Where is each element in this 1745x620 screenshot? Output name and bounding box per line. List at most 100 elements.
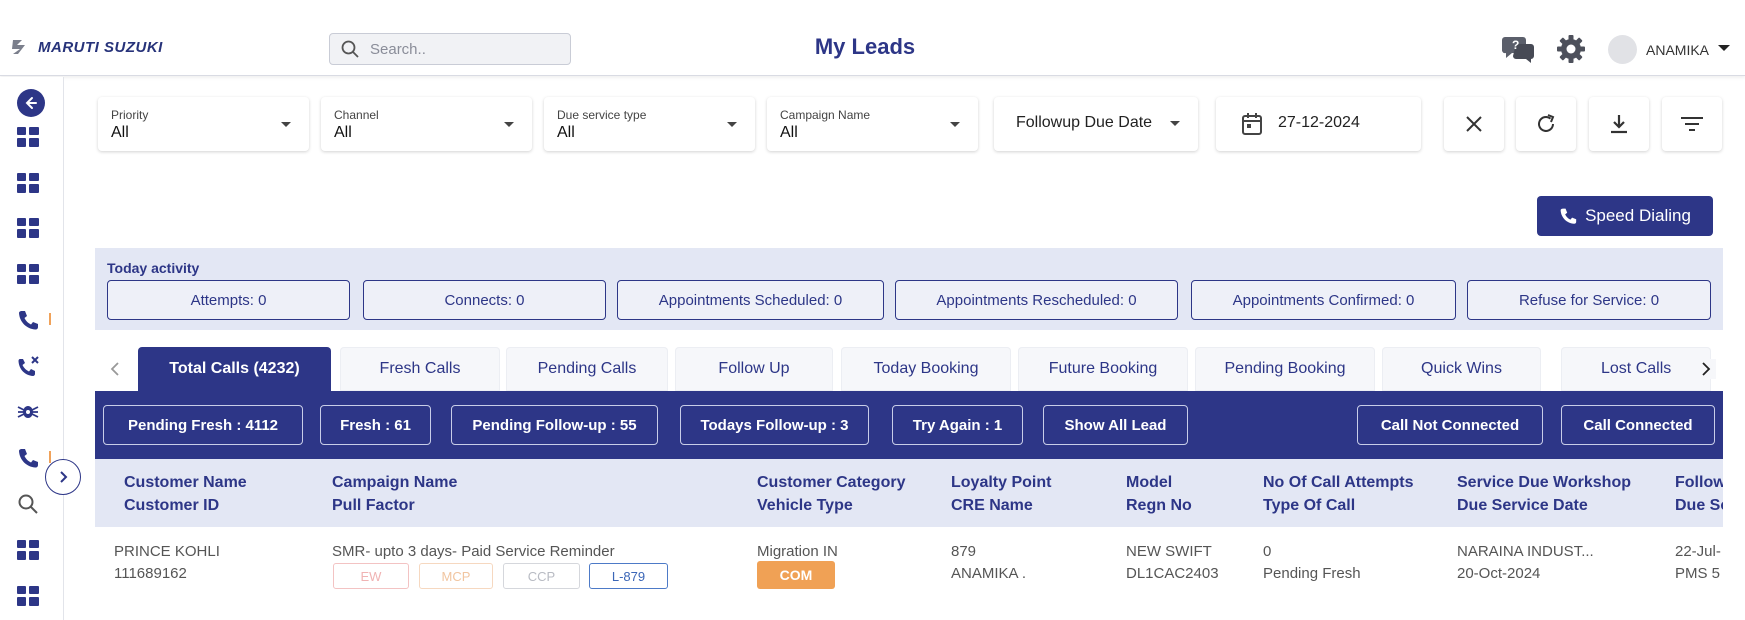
sidebar-item-dashboard-5[interactable] (14, 536, 42, 564)
date-type-value: Followup Due Date (1016, 114, 1153, 131)
due-service-type-select[interactable]: Due service type All (544, 97, 755, 151)
today-activity-title: Today activity (107, 260, 200, 276)
cre-name: ANAMIKA . (951, 565, 1027, 582)
tab-pending-calls[interactable]: Pending Calls (506, 347, 668, 391)
tab-fresh-calls[interactable]: Fresh Calls (340, 347, 500, 391)
workshop: NARAINA INDUST... (1457, 543, 1594, 560)
sidebar-item-search[interactable] (14, 490, 42, 518)
campaign-name: SMR- upto 3 days- Paid Service Reminder (332, 543, 615, 560)
loyalty-cell: 879 ANAMIKA . (951, 541, 1026, 585)
date-picker[interactable]: 27-12-2024 (1216, 97, 1421, 151)
refresh-button[interactable] (1516, 97, 1576, 151)
tabs-scroll-left[interactable] (105, 359, 125, 379)
followup-cell: 22-Jul- PMS 5 (1675, 541, 1721, 585)
sidebar-item-dashboard-1[interactable] (14, 123, 42, 151)
chevron-right-icon (1702, 362, 1711, 376)
phone-icon (19, 449, 38, 468)
sidebar-item-missed-calls[interactable] (14, 352, 42, 380)
tab-pending-booking[interactable]: Pending Booking (1195, 347, 1375, 391)
customer-name: PRINCE KOHLI (114, 543, 220, 560)
column-header-service-due[interactable]: Service Due Workshop Due Service Date (1457, 471, 1631, 517)
search-icon (18, 494, 38, 514)
todays-follow-up-button[interactable]: Todays Follow-up : 3 (680, 405, 869, 445)
active-indicator (49, 313, 51, 325)
calendar-icon (1242, 113, 1262, 135)
due-service-date: 20-Oct-2024 (1457, 565, 1541, 582)
brand-logo[interactable]: MARUTI SUZUKI (10, 38, 163, 56)
sidebar-item-dashboard-3[interactable] (14, 214, 42, 242)
column-header-customer[interactable]: Customer Name Customer ID (124, 471, 247, 517)
column-header-category[interactable]: Customer Category Vehicle Type (757, 471, 905, 517)
column-header-call-attempts[interactable]: No Of Call Attempts Type Of Call (1263, 471, 1414, 517)
missed-call-icon (18, 356, 39, 376)
pending-follow-up-button[interactable]: Pending Follow-up : 55 (451, 405, 658, 445)
call-attempts-cell: 0 Pending Fresh (1263, 541, 1361, 585)
back-icon[interactable] (17, 89, 45, 117)
column-header-loyalty[interactable]: Loyalty Point CRE Name (951, 471, 1051, 517)
sidebar-item-dashboard-4[interactable] (14, 260, 42, 288)
download-button[interactable] (1589, 97, 1649, 151)
avatar[interactable] (1608, 35, 1637, 64)
tab-follow-up[interactable]: Follow Up (675, 347, 833, 391)
tab-today-booking[interactable]: Today Booking (841, 347, 1011, 391)
chevron-down-icon (950, 122, 960, 127)
filter-button[interactable] (1662, 97, 1722, 151)
user-name[interactable]: ANAMIKA (1646, 42, 1709, 58)
search-box[interactable] (329, 33, 571, 65)
tab-total-calls[interactable]: Total Calls (4232) (138, 347, 331, 391)
tab-quick-wins[interactable]: Quick Wins (1382, 347, 1541, 391)
dashboard-icon (17, 173, 39, 193)
tab-lost-calls[interactable]: Lost Calls (1561, 347, 1711, 391)
channel-select[interactable]: Channel All (321, 97, 532, 151)
phone-icon (19, 311, 38, 330)
sidebar-item-debug[interactable] (14, 398, 42, 426)
column-header-model[interactable]: Model Regn No (1126, 471, 1192, 517)
call-connected-button[interactable]: Call Connected (1561, 405, 1715, 445)
activity-appointments-scheduled: Appointments Scheduled: 0 (617, 280, 884, 320)
tabs-scroll-right[interactable] (1696, 359, 1716, 379)
customer-category: Migration IN (757, 543, 838, 560)
activity-connects: Connects: 0 (363, 280, 606, 320)
try-again-button[interactable]: Try Again : 1 (892, 405, 1023, 445)
tag-mcp: MCP (419, 563, 493, 589)
pending-fresh-button[interactable]: Pending Fresh : 4112 (103, 405, 303, 445)
search-input[interactable] (370, 40, 560, 58)
sidebar-expand-button[interactable] (45, 459, 81, 495)
settings-icon[interactable] (1553, 31, 1589, 67)
priority-select[interactable]: Priority All (98, 97, 309, 151)
show-all-lead-button[interactable]: Show All Lead (1043, 405, 1188, 445)
channel-value: All (334, 124, 352, 141)
close-icon (1466, 116, 1482, 132)
table-header: Customer Name Customer ID Campaign Name Pu… (95, 459, 1723, 527)
help-chat-icon[interactable]: ? (1501, 31, 1537, 67)
activity-appointments-rescheduled: Appointments Rescheduled: 0 (895, 280, 1178, 320)
column-header-campaign[interactable]: Campaign Name Pull Factor (332, 471, 457, 517)
tab-future-booking[interactable]: Future Booking (1018, 347, 1188, 391)
chevron-down-icon (281, 122, 291, 127)
today-activity-panel: Today activity Attempts: 0 Connects: 0 A… (95, 248, 1723, 330)
sidebar-item-dashboard-2[interactable] (14, 169, 42, 197)
priority-value: All (111, 124, 129, 141)
bug-icon (17, 406, 39, 418)
tag-ew: EW (333, 563, 409, 589)
campaign-name-select[interactable]: Campaign Name All (767, 97, 978, 151)
speed-dialing-button[interactable]: Speed Dialing (1537, 196, 1713, 236)
tag-loyalty: L-879 (589, 563, 668, 589)
sidebar-item-calls-2[interactable] (14, 444, 42, 472)
sidebar-item-dashboard-6[interactable] (14, 582, 42, 610)
table-row[interactable]: PRINCE KOHLI 111689162 SMR- upto 3 days-… (95, 527, 1723, 612)
dashboard-icon (17, 540, 39, 560)
call-not-connected-button[interactable]: Call Not Connected (1357, 405, 1543, 445)
campaign-name-value: All (780, 124, 798, 141)
activity-appointments-confirmed: Appointments Confirmed: 0 (1191, 280, 1456, 320)
column-header-followup[interactable]: FollowDue Se (1675, 471, 1723, 517)
svg-text:?: ? (1512, 38, 1519, 52)
download-icon (1611, 115, 1627, 134)
date-type-select[interactable]: Followup Due Date (994, 97, 1198, 151)
chevron-down-icon[interactable] (1718, 45, 1730, 51)
sidebar-item-calls[interactable] (14, 306, 42, 334)
fresh-button[interactable]: Fresh : 61 (320, 405, 431, 445)
dashboard-icon (17, 586, 39, 606)
clear-filters-button[interactable] (1444, 97, 1504, 151)
loyalty-point: 879 (951, 543, 977, 560)
